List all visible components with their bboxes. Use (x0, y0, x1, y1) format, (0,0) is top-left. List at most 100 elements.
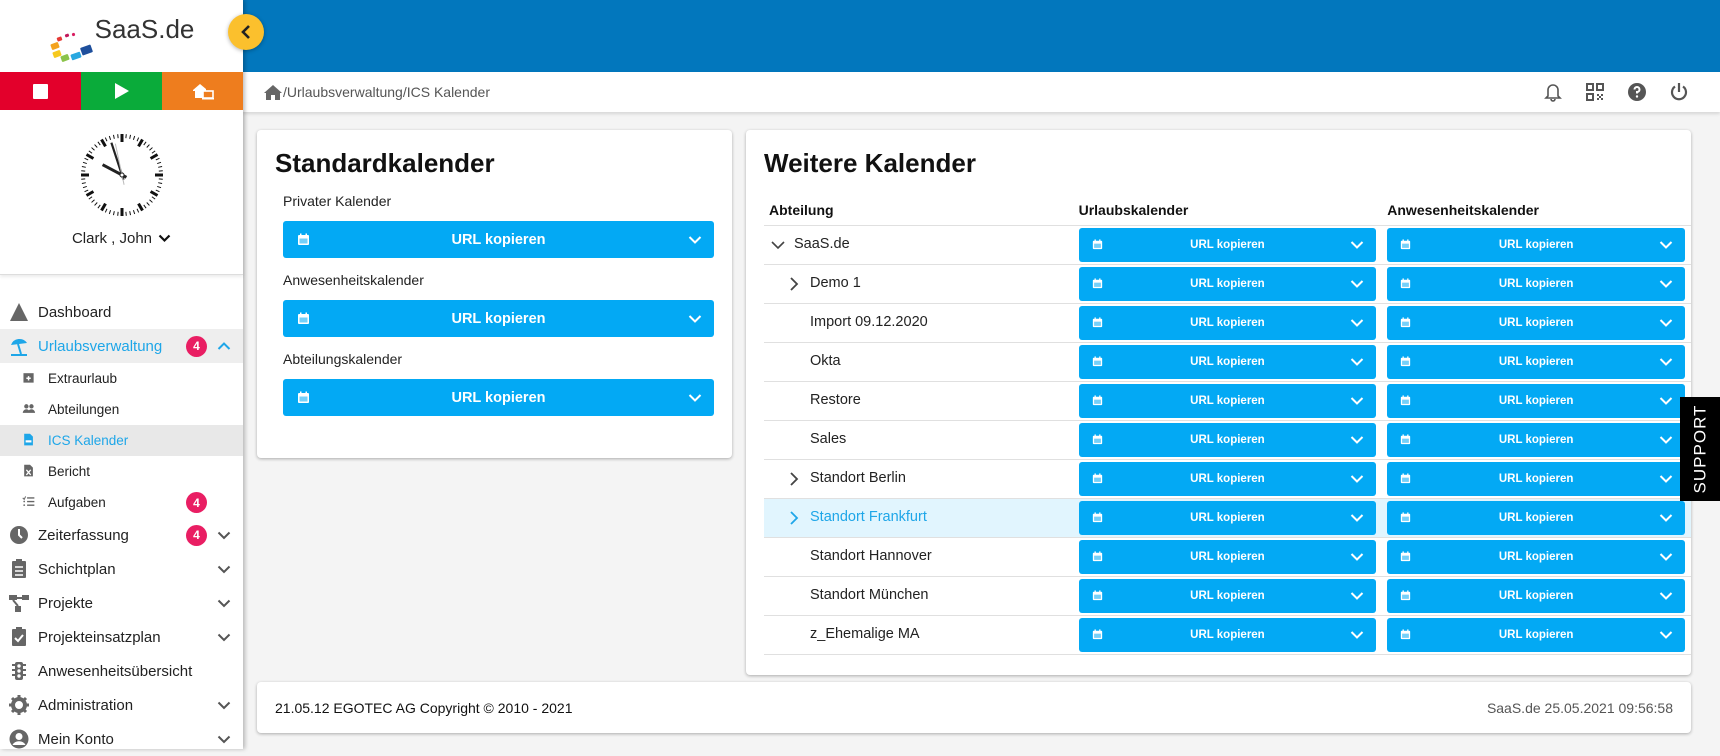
vacation-calendar-url-dropdown[interactable]: URL kopieren (1079, 267, 1377, 301)
department-row[interactable]: Standort MünchenURL kopierenURL kopieren (764, 576, 1691, 615)
clock-tick (129, 135, 130, 139)
sidebar-collapse-button[interactable] (228, 14, 264, 50)
calendar-icon (297, 312, 310, 325)
vacation-calendar-url-dropdown[interactable]: URL kopieren (1079, 384, 1377, 418)
sidebar-item-ics-kalender[interactable]: ICS Kalender (0, 425, 243, 456)
chevron-down-icon[interactable] (217, 528, 231, 542)
chevron-down-icon[interactable] (770, 237, 786, 253)
chevron-down-icon[interactable] (217, 596, 231, 610)
help-button[interactable] (1626, 81, 1648, 103)
url-copy-dropdown[interactable]: URL kopieren (283, 221, 714, 258)
sidebar-item-zeiterfassung[interactable]: Zeiterfassung4 (0, 518, 243, 552)
attendance-calendar-url-dropdown[interactable]: URL kopieren (1387, 345, 1685, 379)
department-row[interactable]: SaaS.deURL kopierenURL kopieren (764, 225, 1691, 264)
clock-tick (146, 202, 149, 205)
sidebar-item-projekteinsatzplan[interactable]: Projekteinsatzplan (0, 620, 243, 654)
department-row[interactable]: z_Ehemalige MAURL kopierenURL kopieren (764, 615, 1691, 654)
stop-button[interactable] (0, 72, 81, 110)
vacation-calendar-url-dropdown[interactable]: URL kopieren (1079, 423, 1377, 457)
power-icon (1669, 82, 1689, 102)
sidebar-item-mein-konto[interactable]: Mein Konto (0, 722, 243, 756)
qr-code-button[interactable] (1584, 81, 1606, 103)
column-header-department: Abteilung (764, 195, 1074, 225)
chevron-up-icon[interactable] (217, 339, 231, 353)
chevron-down-icon[interactable] (217, 732, 231, 746)
logout-button[interactable] (1668, 81, 1690, 103)
attendance-calendar-url-dropdown[interactable]: URL kopieren (1387, 501, 1685, 535)
department-row[interactable]: Import 09.12.2020URL kopierenURL kopiere… (764, 303, 1691, 342)
calendar-icon (1400, 434, 1411, 445)
department-row[interactable]: Standort HannoverURL kopierenURL kopiere… (764, 537, 1691, 576)
attendance-calendar-url-dropdown[interactable]: URL kopieren (1387, 618, 1685, 652)
attendance-calendar-url-dropdown[interactable]: URL kopieren (1387, 306, 1685, 340)
attendance-calendar-url-dropdown[interactable]: URL kopieren (1387, 462, 1685, 496)
chevron-right-icon[interactable] (786, 276, 802, 292)
sidebar-item-projekte[interactable]: Projekte (0, 586, 243, 620)
sidebar-item-anwesenheits-bersicht[interactable]: Anwesenheitsübersicht (0, 654, 243, 688)
chevron-down-icon (1659, 238, 1673, 252)
vacation-calendar-url-dropdown[interactable]: URL kopieren (1079, 540, 1377, 574)
chevron-down-icon (158, 234, 171, 243)
chevron-down-icon[interactable] (217, 698, 231, 712)
calendar-icon (1092, 473, 1103, 484)
user-menu[interactable]: Clark , John (72, 230, 171, 247)
footer: 21.05.12 EGOTEC AG Copyright © 2010 - 20… (257, 682, 1691, 733)
attendance-calendar-url-dropdown[interactable]: URL kopieren (1387, 384, 1685, 418)
chevron-down-icon (1659, 277, 1673, 291)
sidebar: SaaS.de Clark , John DashboardUrlaubsver… (0, 0, 243, 749)
breadcrumb-path[interactable]: /Urlaubsverwaltung/ICS Kalender (283, 84, 490, 100)
calendar-icon (1092, 434, 1103, 445)
vacation-calendar-url-dropdown[interactable]: URL kopieren (1079, 501, 1377, 535)
brand-logo[interactable]: SaaS.de (0, 0, 243, 72)
home-icon[interactable] (263, 84, 283, 101)
sidebar-item-schichtplan[interactable]: Schichtplan (0, 552, 243, 586)
clock-tick (151, 197, 154, 199)
sidebar-item-administration[interactable]: Administration (0, 688, 243, 722)
url-copy-label: URL kopieren (1387, 278, 1685, 290)
url-copy-dropdown[interactable]: URL kopieren (283, 300, 714, 337)
department-row[interactable]: Standort FrankfurtURL kopierenURL kopier… (764, 498, 1691, 537)
vacation-calendar-url-dropdown[interactable]: URL kopieren (1079, 306, 1377, 340)
vacation-calendar-url-dropdown[interactable]: URL kopieren (1079, 345, 1377, 379)
chevron-down-icon[interactable] (217, 630, 231, 644)
sidebar-item-label: Administration (38, 697, 133, 714)
vacation-calendar-url-dropdown[interactable]: URL kopieren (1079, 228, 1377, 262)
url-copy-label: URL kopieren (1079, 395, 1377, 407)
play-button[interactable] (81, 72, 162, 110)
clock-tick (151, 151, 154, 153)
attendance-calendar-url-dropdown[interactable]: URL kopieren (1387, 423, 1685, 457)
attendance-calendar-url-dropdown[interactable]: URL kopieren (1387, 579, 1685, 613)
chevron-right-icon[interactable] (786, 471, 802, 487)
notifications-button[interactable] (1542, 81, 1564, 103)
department-row[interactable]: SalesURL kopierenURL kopieren (764, 420, 1691, 459)
sidebar-item-extraurlaub[interactable]: Extraurlaub (0, 363, 243, 394)
sidebar-item-bericht[interactable]: Bericht (0, 456, 243, 487)
copyright-text: 21.05.12 EGOTEC AG Copyright © 2010 - 20… (275, 700, 572, 716)
department-row[interactable]: OktaURL kopierenURL kopieren (764, 342, 1691, 381)
chevron-down-icon[interactable] (217, 562, 231, 576)
department-row[interactable]: RestoreURL kopierenURL kopieren (764, 381, 1691, 420)
attendance-calendar-url-dropdown[interactable]: URL kopieren (1387, 267, 1685, 301)
sidebar-item-abteilungen[interactable]: Abteilungen (0, 394, 243, 425)
vacation-calendar-url-dropdown[interactable]: URL kopieren (1079, 579, 1377, 613)
attendance-calendar-url-dropdown[interactable]: URL kopieren (1387, 228, 1685, 262)
calendar-icon (1400, 356, 1411, 367)
sidebar-item-urlaubsverwaltung[interactable]: Urlaubsverwaltung4 (0, 329, 243, 363)
chevron-right-icon[interactable] (786, 510, 802, 526)
sidebar-item-label: Abteilungen (48, 402, 119, 417)
home-office-button[interactable] (162, 72, 243, 110)
sidebar-item-label: Aufgaben (48, 495, 106, 510)
department-row[interactable]: Standort BerlinURL kopierenURL kopieren (764, 459, 1691, 498)
support-label: SUPPORT (1690, 405, 1710, 494)
support-tab[interactable]: SUPPORT (1680, 397, 1720, 501)
vacation-calendar-url-dropdown[interactable]: URL kopieren (1079, 618, 1377, 652)
sidebar-item-dashboard[interactable]: Dashboard (0, 295, 243, 329)
vacation-calendar-url-dropdown[interactable]: URL kopieren (1079, 462, 1377, 496)
sidebar-item-aufgaben[interactable]: Aufgaben4 (0, 487, 243, 518)
clock-tick (113, 211, 114, 215)
department-name-cell: Standort Berlin (764, 459, 1074, 498)
department-row[interactable]: Demo 1URL kopierenURL kopieren (764, 264, 1691, 303)
attendance-calendar-url-dropdown[interactable]: URL kopieren (1387, 540, 1685, 574)
calendar-icon (1092, 551, 1103, 562)
url-copy-dropdown[interactable]: URL kopieren (283, 379, 714, 416)
